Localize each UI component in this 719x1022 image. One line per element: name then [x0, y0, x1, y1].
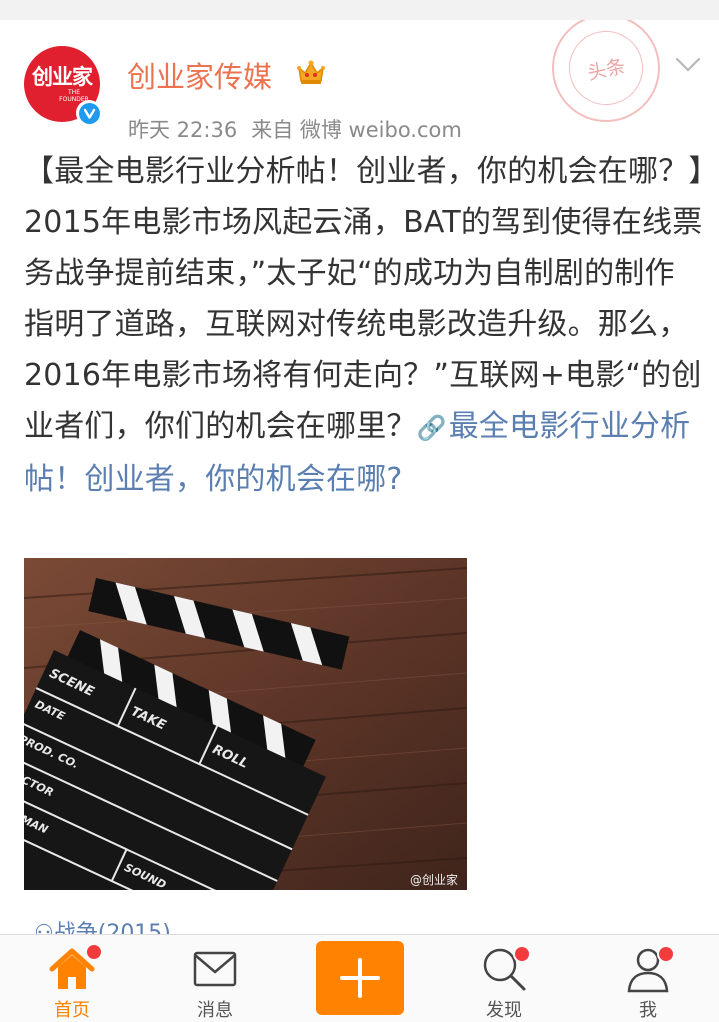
- post-meta: 昨天 22:36 来自 微博 weibo.com: [128, 114, 476, 144]
- tab-label: 消息: [197, 1000, 233, 1021]
- plus-icon: [340, 958, 380, 998]
- post-text: 【最全电影行业分析帖！创业者，你的机会在哪？】2015年电影市场风起云涌，BAT…: [24, 154, 704, 444]
- tab-discover[interactable]: 发现: [454, 935, 554, 1022]
- tab-profile[interactable]: 我: [598, 935, 698, 1022]
- notification-dot: [85, 943, 103, 961]
- tab-messages[interactable]: 消息: [165, 935, 265, 1022]
- clapperboard-image: SCENE TAKE ROLL DATE PROD. CO. IRECTOR S…: [24, 558, 467, 890]
- stamp-text: 头条: [562, 24, 650, 112]
- post-body: 【最全电影行业分析帖！创业者，你的机会在哪？】2015年电影市场风起云涌，BAT…: [24, 146, 704, 505]
- weibo-post-card: 创业家 THE FOUNDER 创业家传媒 昨天 22:36 来自 微博 weib…: [0, 20, 719, 935]
- tab-label: 发现: [486, 1000, 522, 1021]
- author-name[interactable]: 创业家传媒: [127, 54, 272, 96]
- post-source[interactable]: 来自 微博 weibo.com: [251, 118, 462, 142]
- home-icon: [48, 943, 103, 993]
- film-icon: ⚇: [34, 921, 54, 935]
- link-icon: 🔗: [416, 414, 447, 442]
- topic-text: 战争(2015): [53, 921, 171, 935]
- tab-label: 首页: [54, 1000, 90, 1021]
- compose-button[interactable]: [316, 941, 404, 1015]
- post-photo[interactable]: SCENE TAKE ROLL DATE PROD. CO. IRECTOR S…: [24, 558, 467, 890]
- tab-label: 我: [639, 1000, 657, 1021]
- tab-home[interactable]: 首页: [22, 935, 122, 1022]
- bottom-tab-bar: 首页 消息 发现 我: [0, 934, 719, 1022]
- post-time: 昨天 22:36: [128, 118, 238, 142]
- headline-stamp-icon: 头条: [552, 20, 660, 122]
- profile-icon: [624, 945, 675, 993]
- notification-dot: [657, 945, 675, 963]
- verified-badge-icon: [76, 100, 102, 126]
- notification-dot: [513, 945, 531, 963]
- topic-link[interactable]: ⚇战争(2015): [34, 915, 171, 935]
- photo-watermark: @创业家: [410, 872, 458, 887]
- crown-icon: [297, 60, 325, 84]
- message-icon: [191, 945, 239, 993]
- discover-icon: [480, 945, 531, 993]
- chevron-down-icon[interactable]: [674, 54, 702, 76]
- avatar-logo-text: 创业家: [32, 64, 93, 89]
